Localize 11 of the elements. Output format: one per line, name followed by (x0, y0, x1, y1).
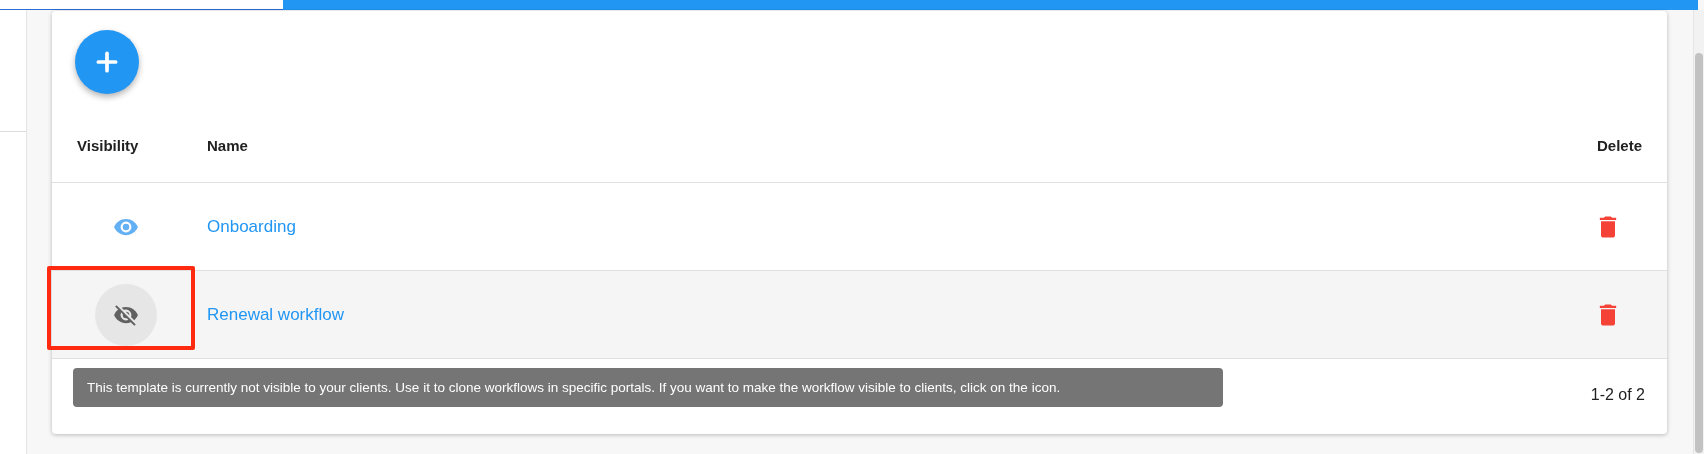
scrollbar[interactable] (1693, 10, 1704, 454)
column-header: Delete (1595, 137, 1643, 154)
pagination-text: 1-2 of 2 (1590, 386, 1645, 404)
scrollbar-thumb[interactable] (1695, 53, 1703, 453)
column-header: Visibility (76, 137, 140, 154)
plus-icon (94, 49, 120, 75)
workflow-link[interactable]: Onboarding (207, 216, 296, 236)
add-button[interactable] (75, 30, 139, 94)
workflow-link[interactable]: Renewal workflow (207, 304, 344, 324)
column-header: Name (207, 137, 249, 154)
tooltip: This template is currently not visible to your clients. Use it to clone workflows in specific portals. If you want to make the workflow visible to clients, click on the icon. (73, 368, 1223, 407)
